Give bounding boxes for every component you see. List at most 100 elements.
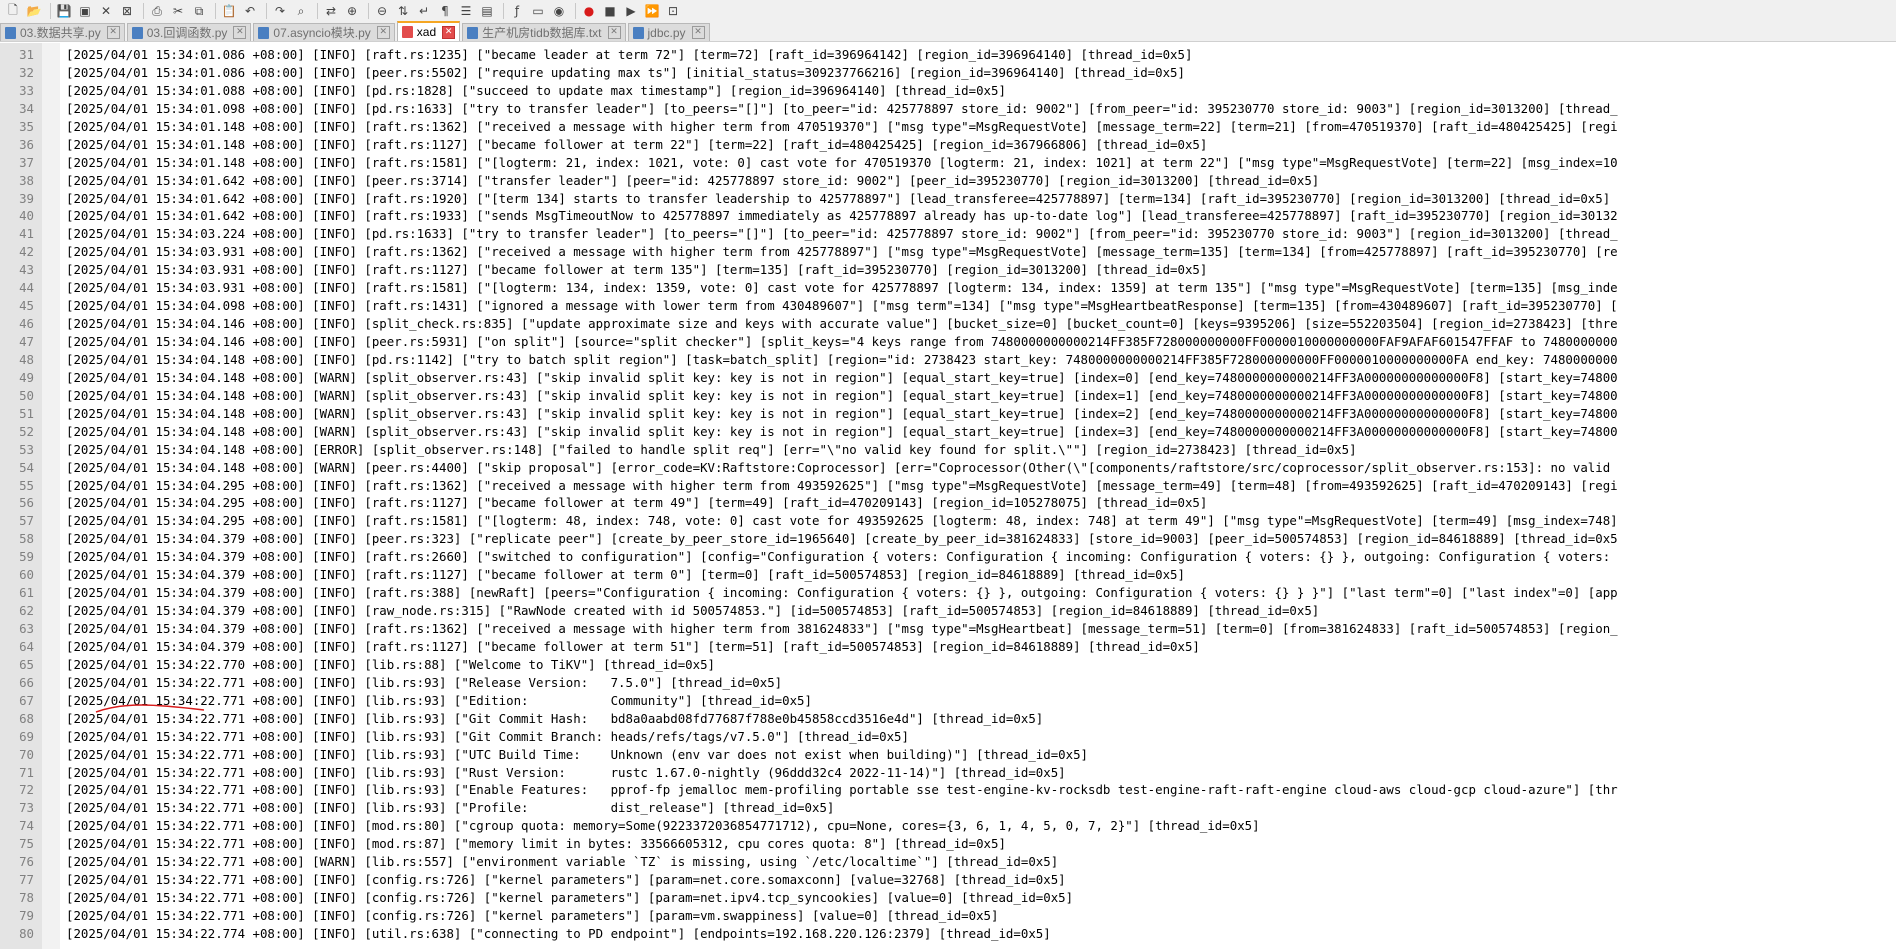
line-text[interactable]: [2025/04/01 15:34:01.148 +08:00] [INFO] … [42, 154, 1618, 172]
editor-line[interactable]: 59 [2025/04/01 15:34:04.379 +08:00] [INFO… [0, 548, 1618, 566]
editor-line[interactable]: 55 [2025/04/01 15:34:04.295 +08:00] [INFO… [0, 477, 1618, 495]
line-text[interactable]: [2025/04/01 15:34:01.148 +08:00] [INFO] … [42, 136, 1207, 154]
line-text[interactable]: [2025/04/01 15:34:04.295 +08:00] [INFO] … [42, 494, 1207, 512]
redo-icon[interactable]: ↷ [271, 3, 289, 19]
new-file-icon[interactable]: 🗋 [4, 3, 22, 19]
tab-close-icon[interactable]: ✕ [106, 26, 120, 39]
editor-line[interactable]: 33 [2025/04/01 15:34:01.088 +08:00] [INFO… [0, 82, 1618, 100]
line-text[interactable]: [2025/04/01 15:34:22.771 +08:00] [INFO] … [42, 817, 1260, 835]
editor-line[interactable]: 74 [2025/04/01 15:34:22.771 +08:00] [INFO… [0, 817, 1618, 835]
editor-line[interactable]: 31 [2025/04/01 15:34:01.086 +08:00] [INFO… [0, 46, 1618, 64]
print-icon[interactable]: ⎙ [148, 3, 166, 19]
editor-line[interactable]: 57 [2025/04/01 15:34:04.295 +08:00] [INFO… [0, 512, 1618, 530]
function-list-icon[interactable]: ƒ [508, 3, 526, 19]
tab-2[interactable]: 03.回调函数.py ✕ [126, 23, 252, 41]
line-text[interactable]: [2025/04/01 15:34:01.148 +08:00] [INFO] … [42, 118, 1618, 136]
editor-line[interactable]: 66 [2025/04/01 15:34:22.771 +08:00] [INFO… [0, 674, 1618, 692]
editor-line[interactable]: 77 [2025/04/01 15:34:22.771 +08:00] [INFO… [0, 871, 1618, 889]
editor-line[interactable]: 37 [2025/04/01 15:34:01.148 +08:00] [INFO… [0, 154, 1618, 172]
run-macro-icon[interactable]: ⏩ [643, 3, 661, 19]
line-text[interactable]: [2025/04/01 15:34:22.770 +08:00] [INFO] … [42, 656, 715, 674]
line-text[interactable]: [2025/04/01 15:34:04.148 +08:00] [WARN] … [42, 459, 1610, 477]
tab-6[interactable]: jdbc.py ✕ [627, 23, 710, 41]
save-all-icon[interactable]: ▣ [76, 3, 94, 19]
editor-line[interactable]: 48 [2025/04/01 15:34:04.148 +08:00] [INFO… [0, 351, 1618, 369]
line-text[interactable]: [2025/04/01 15:34:04.379 +08:00] [INFO] … [42, 602, 1319, 620]
line-text[interactable]: [2025/04/01 15:34:04.146 +08:00] [INFO] … [42, 333, 1618, 351]
editor-line[interactable]: 42 [2025/04/01 15:34:03.931 +08:00] [INFO… [0, 243, 1618, 261]
editor-area[interactable]: 31 [2025/04/01 15:34:01.086 +08:00] [INFO… [0, 43, 1896, 949]
line-text[interactable]: [2025/04/01 15:34:22.771 +08:00] [INFO] … [42, 907, 998, 925]
doc-map-icon[interactable]: ▤ [478, 3, 496, 19]
editor-line[interactable]: 62 [2025/04/01 15:34:04.379 +08:00] [INFO… [0, 602, 1618, 620]
line-text[interactable]: [2025/04/01 15:34:04.379 +08:00] [INFO] … [42, 620, 1618, 638]
cut-icon[interactable]: ✂ [169, 3, 187, 19]
line-text[interactable]: [2025/04/01 15:34:04.379 +08:00] [INFO] … [42, 584, 1618, 602]
editor-line[interactable]: 39 [2025/04/01 15:34:01.642 +08:00] [INFO… [0, 190, 1618, 208]
editor-line[interactable]: 80 [2025/04/01 15:34:22.774 +08:00] [INFO… [0, 925, 1618, 943]
tab-close-icon[interactable]: ✕ [233, 26, 247, 39]
editor-line[interactable]: 69 [2025/04/01 15:34:22.771 +08:00] [INFO… [0, 728, 1618, 746]
line-text[interactable]: [2025/04/01 15:34:22.771 +08:00] [INFO] … [42, 889, 1073, 907]
copy-icon[interactable]: ⧉ [190, 3, 208, 19]
line-text[interactable]: [2025/04/01 15:34:04.148 +08:00] [INFO] … [42, 351, 1618, 369]
line-text[interactable]: [2025/04/01 15:34:22.771 +08:00] [WARN] … [42, 853, 1058, 871]
wrap-icon[interactable]: ↵ [415, 3, 433, 19]
open-file-icon[interactable]: 📂 [25, 3, 43, 19]
editor-line[interactable]: 34 [2025/04/01 15:34:01.098 +08:00] [INFO… [0, 100, 1618, 118]
line-text[interactable]: [2025/04/01 15:34:04.148 +08:00] [WARN] … [42, 423, 1618, 441]
editor-line[interactable]: 44 [2025/04/01 15:34:03.931 +08:00] [INFO… [0, 279, 1618, 297]
editor-line[interactable]: 53 [2025/04/01 15:34:04.148 +08:00] [ERRO… [0, 441, 1618, 459]
record-macro-icon[interactable]: ● [580, 3, 598, 19]
line-text[interactable]: [2025/04/01 15:34:03.931 +08:00] [INFO] … [42, 279, 1618, 297]
editor-lines[interactable]: 31 [2025/04/01 15:34:01.086 +08:00] [INFO… [0, 46, 1618, 943]
editor-line[interactable]: 43 [2025/04/01 15:34:03.931 +08:00] [INFO… [0, 261, 1618, 279]
line-text[interactable]: [2025/04/01 15:34:04.148 +08:00] [WARN] … [42, 387, 1618, 405]
editor-line[interactable]: 41 [2025/04/01 15:34:03.224 +08:00] [INFO… [0, 225, 1618, 243]
tab-5[interactable]: 生产机房tidb数据库.txt ✕ [462, 23, 626, 41]
line-text[interactable]: [2025/04/01 15:34:04.379 +08:00] [INFO] … [42, 638, 1200, 656]
line-text[interactable]: [2025/04/01 15:34:04.148 +08:00] [WARN] … [42, 405, 1618, 423]
line-text[interactable]: [2025/04/01 15:34:04.148 +08:00] [ERROR]… [42, 441, 1357, 459]
line-text[interactable]: [2025/04/01 15:34:01.642 +08:00] [INFO] … [42, 190, 1610, 208]
line-text[interactable]: [2025/04/01 15:34:22.771 +08:00] [INFO] … [42, 781, 1618, 799]
editor-line[interactable]: 49 [2025/04/01 15:34:04.148 +08:00] [WARN… [0, 369, 1618, 387]
line-text[interactable]: [2025/04/01 15:34:04.295 +08:00] [INFO] … [42, 512, 1618, 530]
line-text[interactable]: [2025/04/01 15:34:22.771 +08:00] [INFO] … [42, 710, 1043, 728]
tab-close-icon[interactable]: ✕ [376, 26, 390, 39]
editor-line[interactable]: 65 [2025/04/01 15:34:22.770 +08:00] [INFO… [0, 656, 1618, 674]
line-text[interactable]: [2025/04/01 15:34:01.098 +08:00] [INFO] … [42, 100, 1618, 118]
line-text[interactable]: [2025/04/01 15:34:22.771 +08:00] [INFO] … [42, 692, 812, 710]
line-text[interactable]: [2025/04/01 15:34:01.088 +08:00] [INFO] … [42, 82, 1006, 100]
editor-line[interactable]: 45 [2025/04/01 15:34:04.098 +08:00] [INFO… [0, 297, 1618, 315]
line-text[interactable]: [2025/04/01 15:34:04.379 +08:00] [INFO] … [42, 530, 1618, 548]
zoom-in-icon[interactable]: ⊕ [343, 3, 361, 19]
editor-line[interactable]: 78 [2025/04/01 15:34:22.771 +08:00] [INFO… [0, 889, 1618, 907]
line-text[interactable]: [2025/04/01 15:34:22.771 +08:00] [INFO] … [42, 674, 782, 692]
indent-guide-icon[interactable]: ☰ [457, 3, 475, 19]
save-icon[interactable]: 💾 [55, 3, 73, 19]
play-macro-icon[interactable]: ▶ [622, 3, 640, 19]
line-text[interactable]: [2025/04/01 15:34:03.931 +08:00] [INFO] … [42, 243, 1618, 261]
line-text[interactable]: [2025/04/01 15:34:22.771 +08:00] [INFO] … [42, 835, 1006, 853]
editor-line[interactable]: 76 [2025/04/01 15:34:22.771 +08:00] [WARN… [0, 853, 1618, 871]
editor-line[interactable]: 71 [2025/04/01 15:34:22.771 +08:00] [INFO… [0, 764, 1618, 782]
line-text[interactable]: [2025/04/01 15:34:22.771 +08:00] [INFO] … [42, 764, 1066, 782]
line-text[interactable]: [2025/04/01 15:34:04.148 +08:00] [WARN] … [42, 369, 1618, 387]
editor-line[interactable]: 68 [2025/04/01 15:34:22.771 +08:00] [INFO… [0, 710, 1618, 728]
editor-line[interactable]: 40 [2025/04/01 15:34:01.642 +08:00] [INFO… [0, 207, 1618, 225]
editor-line[interactable]: 51 [2025/04/01 15:34:04.148 +08:00] [WARN… [0, 405, 1618, 423]
editor-line[interactable]: 73 [2025/04/01 15:34:22.771 +08:00] [INFO… [0, 799, 1618, 817]
line-text[interactable]: [2025/04/01 15:34:22.771 +08:00] [INFO] … [42, 799, 834, 817]
find-icon[interactable]: ⌕ [292, 3, 310, 19]
tab-4[interactable]: xad ✕ [396, 21, 461, 41]
undo-icon[interactable]: ↶ [241, 3, 259, 19]
line-text[interactable]: [2025/04/01 15:34:01.642 +08:00] [INFO] … [42, 207, 1618, 225]
zoom-out-icon[interactable]: ⊖ [373, 3, 391, 19]
line-text[interactable]: [2025/04/01 15:34:22.774 +08:00] [INFO] … [42, 925, 1051, 943]
line-text[interactable]: [2025/04/01 15:34:04.146 +08:00] [INFO] … [42, 315, 1618, 333]
tab-close-icon[interactable]: ✕ [442, 25, 456, 39]
editor-line[interactable]: 54 [2025/04/01 15:34:04.148 +08:00] [WARN… [0, 459, 1618, 477]
show-all-chars-icon[interactable]: ¶ [436, 3, 454, 19]
tab-close-icon[interactable]: ✕ [607, 26, 621, 39]
